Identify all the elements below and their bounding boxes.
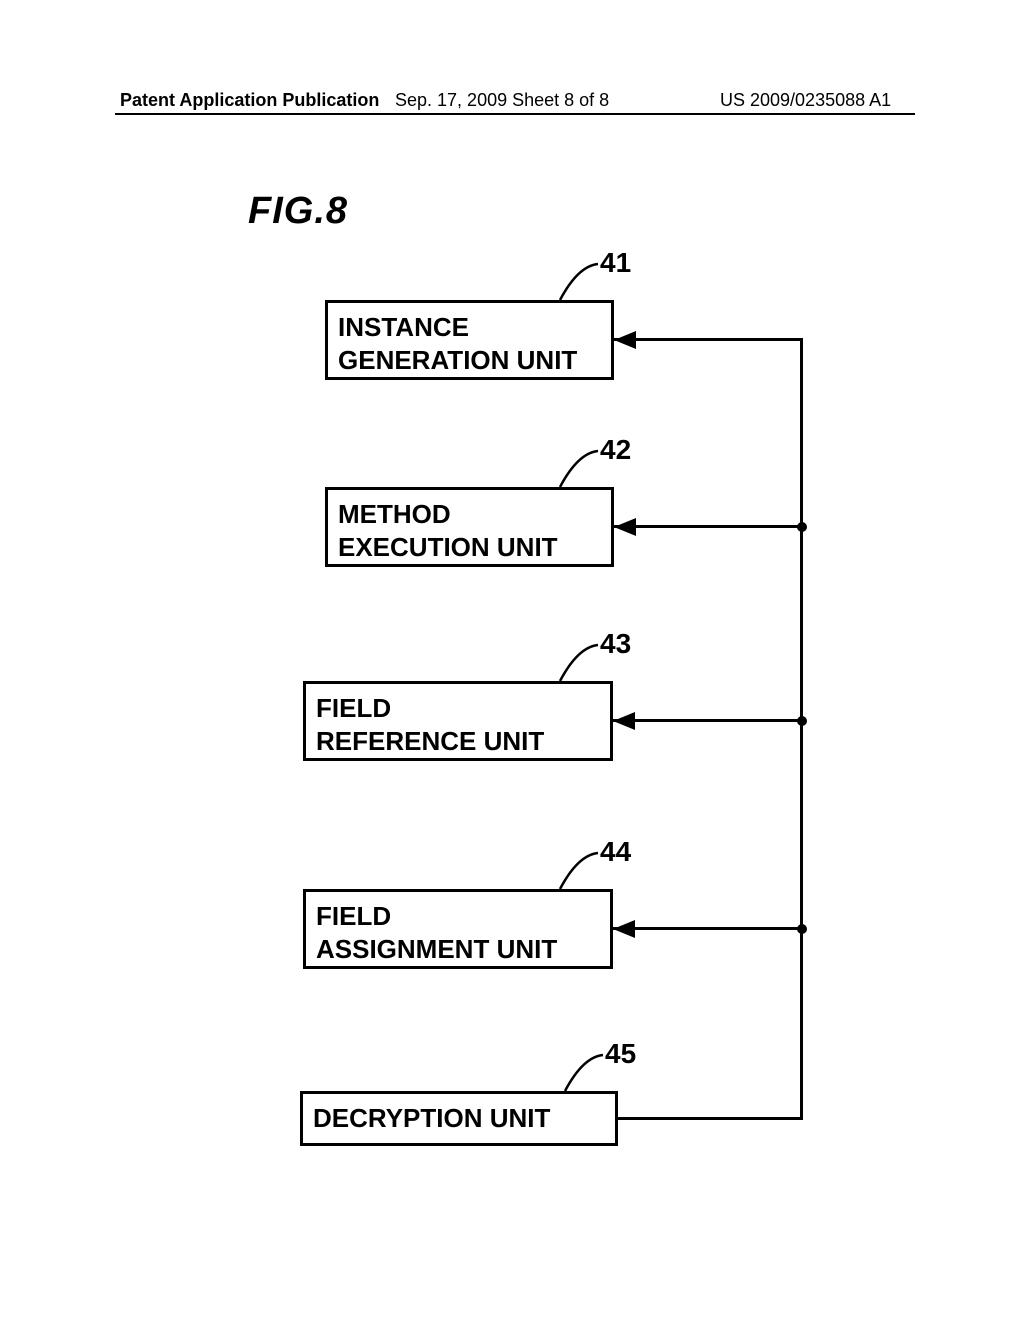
ref-number-45: 45 — [605, 1038, 636, 1070]
publication-date-sheet: Sep. 17, 2009 Sheet 8 of 8 — [395, 90, 609, 111]
block-label: METHOD EXECUTION UNIT — [338, 499, 558, 562]
figure-label: FIG.8 — [248, 190, 348, 233]
junction-dot-icon — [797, 522, 807, 532]
arrow-left-icon — [614, 518, 636, 536]
ref-number-43: 43 — [600, 628, 631, 660]
junction-dot-icon — [797, 716, 807, 726]
block-method-execution-unit: METHOD EXECUTION UNIT — [325, 487, 614, 567]
junction-dot-icon — [797, 924, 807, 934]
block-label: INSTANCE GENERATION UNIT — [338, 312, 577, 375]
publication-number: US 2009/0235088 A1 — [720, 90, 891, 111]
connector-line — [613, 719, 803, 722]
arrow-left-icon — [613, 712, 635, 730]
block-label: FIELD REFERENCE UNIT — [316, 693, 544, 756]
connector-line — [618, 1117, 803, 1120]
connector-line — [613, 927, 803, 930]
ref-number-41: 41 — [600, 247, 631, 279]
block-instance-generation-unit: INSTANCE GENERATION UNIT — [325, 300, 614, 380]
header-divider — [115, 113, 915, 115]
ref-number-44: 44 — [600, 836, 631, 868]
connector-line — [614, 525, 803, 528]
arrow-left-icon — [614, 331, 636, 349]
block-label: DECRYPTION UNIT — [313, 1103, 550, 1133]
bus-line — [800, 338, 803, 1120]
block-label: FIELD ASSIGNMENT UNIT — [316, 901, 557, 964]
block-field-reference-unit: FIELD REFERENCE UNIT — [303, 681, 613, 761]
connector-line — [614, 338, 803, 341]
block-decryption-unit: DECRYPTION UNIT — [300, 1091, 618, 1146]
arrow-left-icon — [613, 920, 635, 938]
publication-type: Patent Application Publication — [120, 90, 379, 111]
block-field-assignment-unit: FIELD ASSIGNMENT UNIT — [303, 889, 613, 969]
ref-number-42: 42 — [600, 434, 631, 466]
diagram-fig8: INSTANCE GENERATION UNIT 41 METHOD EXECU… — [270, 260, 870, 1240]
